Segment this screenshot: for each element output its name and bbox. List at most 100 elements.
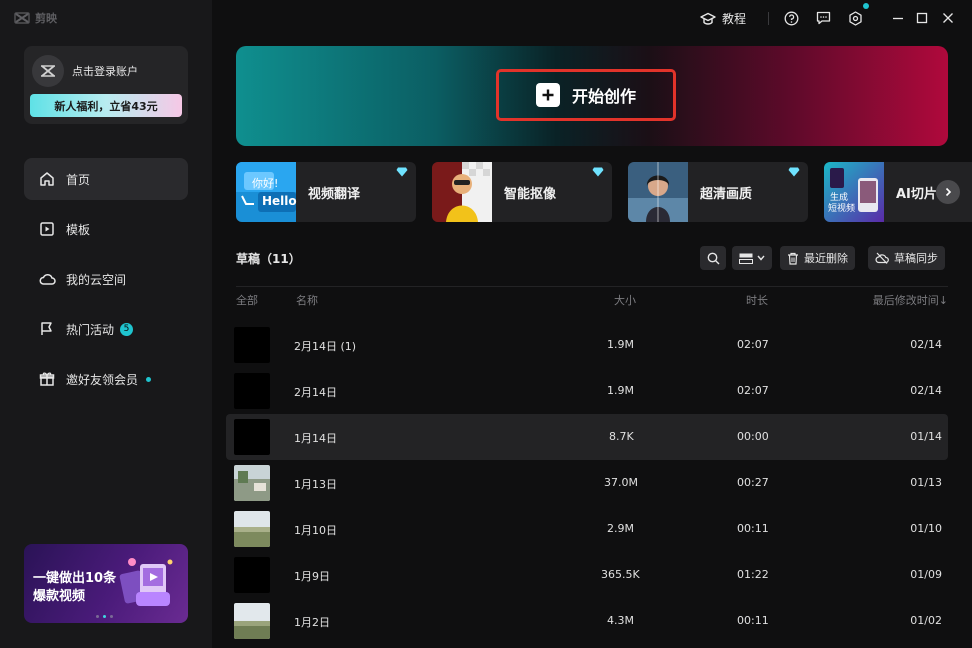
draft-thumbnail [234, 603, 270, 639]
draft-duration: 00:00 [737, 430, 769, 443]
maximize-button[interactable] [913, 9, 931, 27]
draft-name: 1月2日 [294, 616, 330, 629]
sidebar-item-home[interactable]: 首页 [24, 158, 188, 200]
draft-sync-button[interactable]: 草稿同步 [868, 246, 945, 270]
drafts-list: 2月14日 (1) 1.9M 02:07 02/14 2月14日 1.9M 02… [226, 322, 948, 644]
pagination-dot[interactable] [110, 615, 113, 618]
new-user-promo-button[interactable]: 新人福利，立省43元 [30, 94, 182, 117]
minimize-button[interactable] [889, 9, 907, 27]
table-row[interactable]: 2月14日 1.9M 02:07 02/14 [226, 368, 948, 414]
table-row[interactable]: 1月10日 2.9M 00:11 01/10 [226, 506, 948, 552]
draft-name: 2月14日 (1) [294, 340, 357, 353]
start-creating-label: 开始创作 [571, 87, 636, 106]
draft-thumbnail [234, 327, 270, 363]
diamond-icon [396, 167, 408, 177]
app-name: 剪映 [35, 12, 57, 25]
close-button[interactable] [939, 9, 957, 27]
recently-deleted-button[interactable]: 最近删除 [780, 246, 855, 270]
promo-banner-line2: 爆款视频 [33, 589, 86, 604]
cloud-sync-icon [875, 252, 889, 264]
feature-hd-quality[interactable]: 超清画质 [628, 162, 808, 222]
draft-modified: 01/10 [910, 522, 942, 535]
message-icon [816, 11, 830, 25]
capcut-logo-icon [14, 12, 30, 24]
draft-duration: 02:07 [737, 338, 769, 351]
draft-duration: 00:11 [737, 614, 769, 627]
translate-thumb-source-text: 你好! [252, 177, 279, 190]
recently-deleted-label: 最近删除 [804, 252, 848, 265]
column-header-all[interactable]: 全部 [236, 292, 258, 308]
draft-size: 4.3M [607, 614, 634, 627]
sidebar-item-invite[interactable]: 邀好友领会员 [24, 358, 188, 400]
diamond-icon [788, 167, 800, 177]
sidebar-item-label: 热门活动 [66, 322, 115, 337]
draft-size: 37.0M [604, 476, 638, 489]
draft-modified: 01/09 [910, 568, 942, 581]
column-header-size[interactable]: 大小 [614, 292, 636, 308]
drafts-search-button[interactable] [700, 246, 726, 270]
draft-thumbnail [234, 465, 270, 501]
promo-banner-line1: 一键做出10条 [33, 571, 117, 586]
draft-thumbnail [234, 557, 270, 593]
draft-size: 8.7K [609, 430, 634, 443]
feature-scroll-next-button[interactable] [936, 180, 960, 204]
help-button[interactable] [782, 9, 800, 27]
sidebar-item-label: 首页 [66, 172, 91, 187]
feature-label: AI切片 [896, 187, 937, 202]
sidebar-nav: 首页 模板 我的云空间 热门活动 5 邀好友领会员 [24, 158, 188, 408]
start-creating-button[interactable]: 开始创作 [496, 69, 676, 121]
graduation-cap-icon [700, 12, 716, 25]
draft-duration: 01:22 [737, 568, 769, 581]
table-header-divider [236, 286, 948, 287]
settings-notification-dot [863, 3, 869, 9]
avatar[interactable] [32, 55, 64, 87]
table-row[interactable]: 1月9日 365.5K 01:22 01/09 [226, 552, 948, 598]
table-row[interactable]: 2月14日 (1) 1.9M 02:07 02/14 [226, 322, 948, 368]
settings-button[interactable] [846, 9, 864, 27]
feature-label: 智能抠像 [504, 187, 557, 202]
draft-name: 1月13日 [294, 478, 337, 491]
sidebar-item-label: 模板 [66, 222, 91, 237]
column-header-modified[interactable]: 最后修改时间↓ [848, 292, 948, 308]
draft-modified: 01/02 [910, 614, 942, 627]
column-header-name[interactable]: 名称 [296, 292, 318, 308]
chevron-right-icon [945, 187, 952, 197]
view-mode-dropdown[interactable] [732, 246, 772, 270]
draft-name: 1月9日 [294, 570, 330, 583]
maximize-icon [916, 12, 928, 24]
table-row[interactable]: 1月2日 4.3M 00:11 01/02 [226, 598, 948, 644]
tutorial-button[interactable]: 教程 [700, 10, 746, 27]
table-row[interactable]: 1月13日 37.0M 00:27 01/13 [226, 460, 948, 506]
feature-smart-cutout[interactable]: 智能抠像 [432, 162, 612, 222]
draft-modified: 02/14 [910, 338, 942, 351]
draft-duration: 00:11 [737, 522, 769, 535]
sidebar-item-events[interactable]: 热门活动 5 [24, 308, 188, 350]
sidebar-item-templates[interactable]: 模板 [24, 208, 188, 250]
titlebar-divider [768, 12, 769, 25]
login-link[interactable]: 点击登录账户 [72, 63, 138, 79]
gift-icon [38, 370, 56, 388]
draft-duration: 02:07 [737, 384, 769, 397]
account-card[interactable]: 点击登录账户 新人福利，立省43元 [24, 46, 188, 124]
feature-video-translate[interactable]: 你好! Hello 视频翻译 [236, 162, 416, 222]
table-row[interactable]: 1月14日 8.7K 00:00 01/14 [226, 414, 948, 460]
draft-size: 1.9M [607, 384, 634, 397]
draft-name: 1月10日 [294, 524, 337, 537]
draft-thumbnail [234, 511, 270, 547]
draft-thumbnail [234, 373, 270, 409]
draft-duration: 00:27 [737, 476, 769, 489]
tutorial-label: 教程 [722, 12, 747, 26]
sidebar-item-label: 我的云空间 [66, 272, 127, 287]
promo-banner[interactable]: 一键做出10条 爆款视频 [24, 544, 188, 623]
sidebar-item-cloud[interactable]: 我的云空间 [24, 258, 188, 300]
draft-name: 1月14日 [294, 432, 337, 445]
start-creating-hero[interactable]: 开始创作 [236, 46, 948, 146]
column-header-duration[interactable]: 时长 [746, 292, 768, 308]
pagination-dot-active[interactable] [103, 615, 106, 618]
pagination-dot[interactable] [96, 615, 99, 618]
capcut-avatar-icon [41, 65, 55, 77]
draft-size: 2.9M [607, 522, 634, 535]
close-icon [943, 13, 953, 23]
app-logo: 剪映 [14, 10, 57, 26]
feedback-button[interactable] [814, 9, 832, 27]
